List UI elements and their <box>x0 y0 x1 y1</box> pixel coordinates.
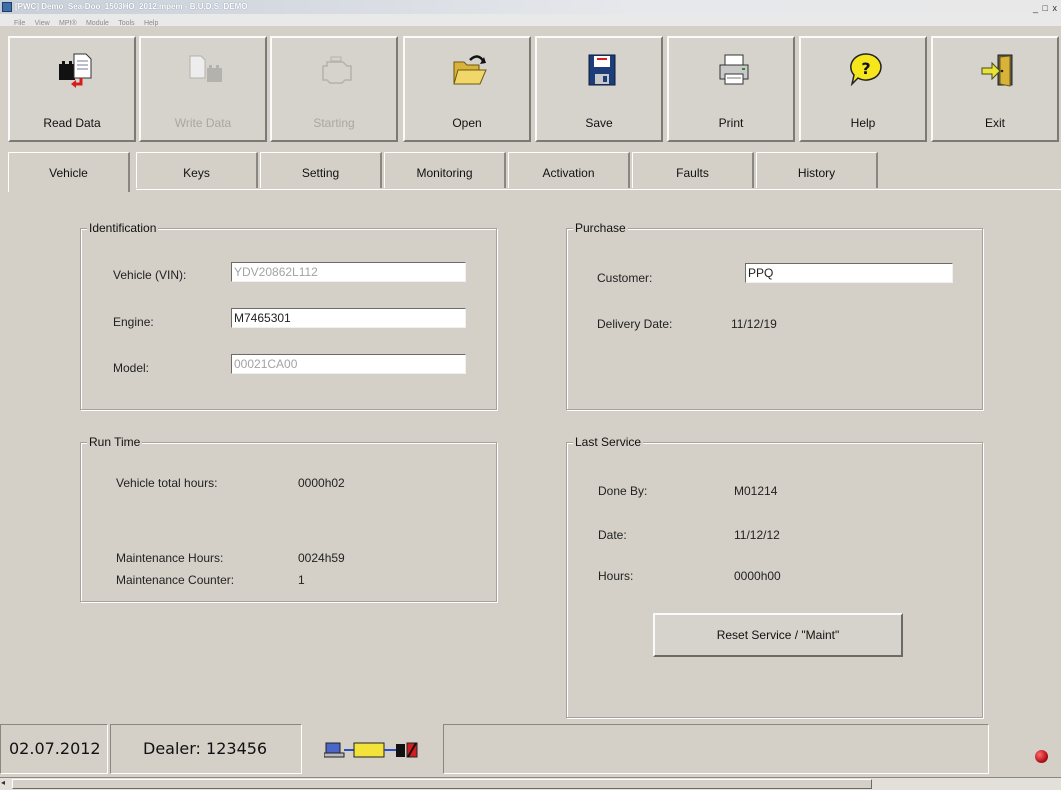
status-date: 02.07.2012 <box>0 724 108 774</box>
reset-service-button[interactable]: Reset Service / "Maint" <box>653 613 903 657</box>
tab-faults[interactable]: Faults <box>632 152 754 188</box>
last-service-group: Last Service Done By: M01214 Date: 11/12… <box>566 435 983 718</box>
purchase-group: Purchase Customer: PPQ Delivery Date: 11… <box>566 221 983 410</box>
tab-vehicle[interactable]: Vehicle <box>8 152 130 192</box>
title-bar: [PWC] Demo_Sea-Doo_1503HO_2012.mpem - B.… <box>0 0 1061 14</box>
menu-bar: File View MPI® Module Tools Help <box>0 14 1061 27</box>
menu-file[interactable]: File <box>14 20 25 27</box>
identification-group: Identification Vehicle (VIN): YDV20862L1… <box>80 221 497 410</box>
status-indicator-icon <box>1035 750 1048 763</box>
window-title: [PWC] Demo_Sea-Doo_1503HO_2012.mpem - B.… <box>15 2 248 11</box>
menu-help[interactable]: Help <box>144 20 158 27</box>
tab-keys[interactable]: Keys <box>136 152 258 188</box>
tab-bar: Vehicle Keys Setting Monitoring Activati… <box>8 152 1061 192</box>
exit-label: Exit <box>984 116 1005 130</box>
engine-field[interactable]: M7465301 <box>231 308 466 328</box>
exit-button[interactable]: Exit <box>931 36 1059 142</box>
customer-label: Customer: <box>597 271 653 285</box>
total-hours-value: 0000h02 <box>298 476 345 490</box>
customer-field[interactable]: PPQ <box>745 263 953 283</box>
starting-button[interactable]: Starting <box>270 36 398 142</box>
maintenance-hours-value: 0024h59 <box>298 551 345 565</box>
printer-icon <box>719 54 749 85</box>
help-icon: ? <box>850 53 882 87</box>
scrollbar-thumb[interactable] <box>12 779 872 789</box>
purchase-title: Purchase <box>573 221 628 235</box>
help-label: Help <box>850 116 876 130</box>
status-bar: 02.07.2012 Dealer: 123456 <box>0 724 1061 778</box>
service-date-label: Date: <box>598 528 627 542</box>
connection-status-icon <box>323 741 436 759</box>
service-date-value: 11/12/12 <box>734 528 780 542</box>
delivery-date-label: Delivery Date: <box>597 317 673 331</box>
starting-label: Starting <box>313 116 355 130</box>
vin-label: Vehicle (VIN): <box>113 268 187 282</box>
exit-door-icon <box>981 54 1013 87</box>
read-data-label: Read Data <box>43 116 101 130</box>
service-hours-value: 0000h00 <box>734 569 781 583</box>
open-label: Open <box>452 116 482 130</box>
open-folder-icon <box>453 55 487 85</box>
engine-label: Engine: <box>113 315 154 329</box>
delivery-date-value: 11/12/19 <box>731 317 777 331</box>
status-message-panel <box>443 724 989 774</box>
open-button[interactable]: Open <box>403 36 531 142</box>
print-label: Print <box>718 116 744 130</box>
write-data-icon <box>189 55 222 82</box>
run-time-group: Run Time Vehicle total hours: 0000h02 Ma… <box>80 435 497 602</box>
floppy-disk-icon <box>588 54 616 86</box>
scroll-left-arrow-icon[interactable]: ◂ <box>1 778 5 787</box>
save-label: Save <box>585 116 613 130</box>
last-service-title: Last Service <box>573 435 644 449</box>
toolbar: Read Data Write Data Starting Open Save … <box>8 36 1061 142</box>
model-field[interactable]: 00021CA00 <box>231 354 466 374</box>
tab-setting[interactable]: Setting <box>260 152 382 188</box>
tab-baseline <box>136 189 1061 190</box>
menu-tools[interactable]: Tools <box>118 20 134 27</box>
window-controls[interactable]: _ □ x <box>1033 1 1058 15</box>
print-button[interactable]: Print <box>667 36 795 142</box>
horizontal-scrollbar[interactable]: ◂ <box>0 777 1061 790</box>
vin-field[interactable]: YDV20862L112 <box>231 262 466 282</box>
write-data-button[interactable]: Write Data <box>139 36 267 142</box>
write-data-label: Write Data <box>174 116 232 130</box>
engine-icon <box>322 56 352 84</box>
menu-mpi[interactable]: MPI® <box>59 20 77 27</box>
help-button[interactable]: ? Help <box>799 36 927 142</box>
service-hours-label: Hours: <box>598 569 634 583</box>
maintenance-counter-value: 1 <box>298 573 305 587</box>
identification-title: Identification <box>87 221 159 235</box>
svg-text:?: ? <box>861 59 870 78</box>
menu-module[interactable]: Module <box>86 20 109 27</box>
done-by-value: M01214 <box>734 484 778 498</box>
done-by-label: Done By: <box>598 484 648 498</box>
status-dealer: Dealer: 123456 <box>110 724 302 774</box>
read-data-icon <box>59 53 92 88</box>
read-data-button[interactable]: Read Data <box>8 36 136 142</box>
run-time-title: Run Time <box>87 435 143 449</box>
maintenance-counter-label: Maintenance Counter: <box>116 573 235 587</box>
tab-history[interactable]: History <box>756 152 878 188</box>
app-icon <box>2 2 12 12</box>
maintenance-hours-label: Maintenance Hours: <box>116 551 224 565</box>
model-label: Model: <box>113 361 150 375</box>
save-button[interactable]: Save <box>535 36 663 142</box>
total-hours-label: Vehicle total hours: <box>116 476 218 490</box>
menu-view[interactable]: View <box>35 20 50 27</box>
tab-monitoring[interactable]: Monitoring <box>384 152 506 188</box>
tab-activation[interactable]: Activation <box>508 152 630 188</box>
